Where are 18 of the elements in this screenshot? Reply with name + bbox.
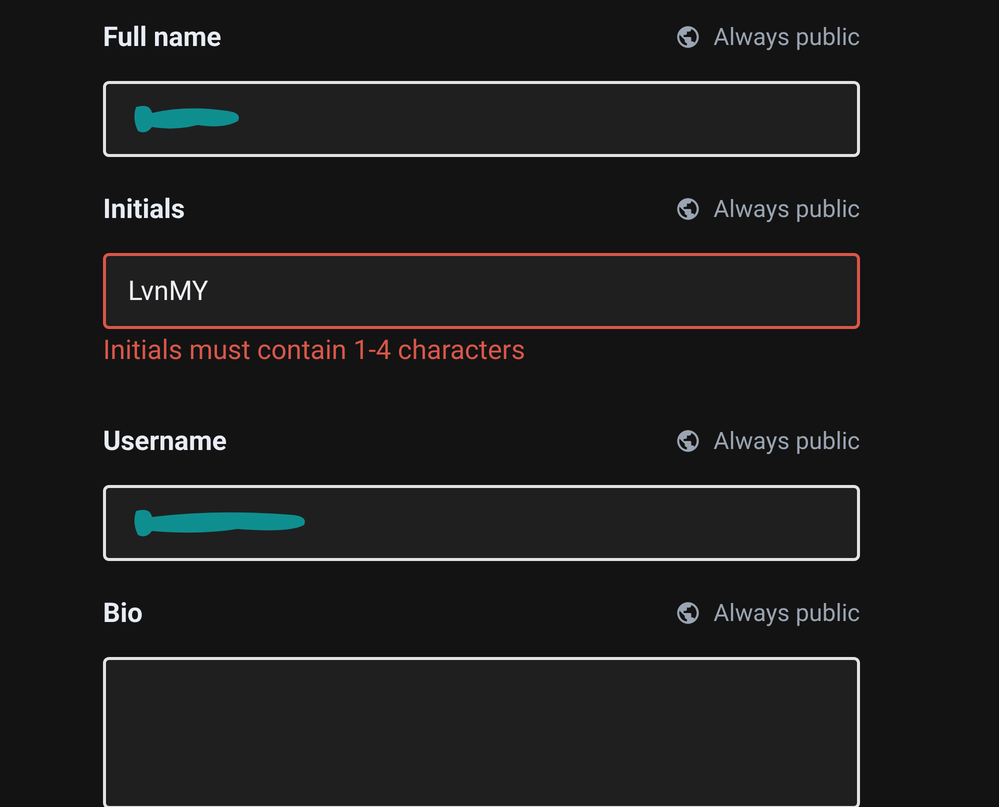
- globe-icon: [675, 428, 702, 454]
- input-field[interactable]: [103, 81, 860, 157]
- globe-icon: [675, 196, 702, 222]
- globe-icon: [675, 600, 702, 626]
- visibility-label: Always public: [713, 599, 860, 627]
- field-label: Username: [103, 425, 227, 457]
- field-label: Bio: [103, 597, 143, 629]
- field-label: Full name: [103, 21, 222, 53]
- globe-icon: [675, 24, 702, 50]
- input-value: LvnMY: [128, 275, 208, 307]
- visibility-label: Always public: [713, 427, 860, 455]
- bio-textarea[interactable]: [103, 657, 860, 807]
- input-field[interactable]: [103, 485, 860, 561]
- input-field[interactable]: LvnMY: [103, 253, 860, 329]
- error-message: Initials must contain 1-4 characters: [103, 334, 526, 366]
- field-label: Initials: [103, 193, 185, 225]
- visibility-label: Always public: [713, 23, 860, 51]
- visibility-label: Always public: [713, 195, 860, 223]
